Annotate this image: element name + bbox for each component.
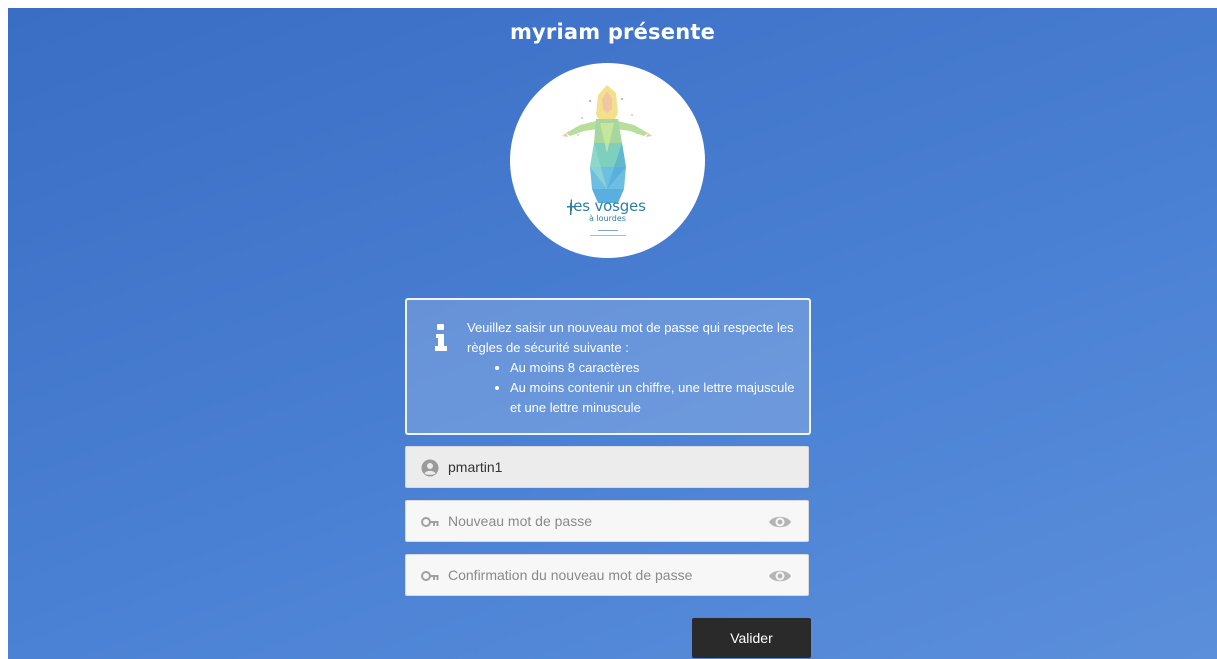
confirm-password-field[interactable]	[405, 554, 809, 596]
confirm-password-input[interactable]	[448, 555, 758, 595]
logo-main-text: les vosges	[569, 197, 646, 215]
rules-list: Au moins 8 caractères Au moins contenir …	[467, 358, 797, 418]
info-icon	[435, 324, 447, 352]
madonna-illustration	[562, 85, 652, 236]
submit-button[interactable]: Valider	[692, 618, 811, 658]
eye-icon[interactable]	[768, 513, 792, 531]
eye-icon[interactable]	[768, 567, 792, 585]
rules-intro: Veuillez saisir un nouveau mot de passe …	[467, 320, 794, 355]
logo: les vosges à lourdes	[510, 63, 705, 258]
username-field[interactable]: pmartin1	[405, 446, 809, 488]
username-value: pmartin1	[448, 459, 503, 475]
login-page: myriam présente les vosges à lourdes Veu…	[8, 8, 1217, 659]
password-rules-box: Veuillez saisir un nouveau mot de passe …	[405, 298, 811, 435]
rule-item: Au moins 8 caractères	[510, 358, 797, 378]
rule-item: Au moins contenir un chiffre, une lettre…	[510, 378, 797, 418]
user-circle-icon	[421, 459, 439, 477]
key-icon	[421, 571, 439, 581]
new-password-field[interactable]	[405, 500, 809, 542]
logo-sub-text: à lourdes	[589, 214, 626, 223]
new-password-input[interactable]	[448, 501, 758, 541]
password-rules-text: Veuillez saisir un nouveau mot de passe …	[467, 318, 797, 418]
key-icon	[421, 517, 439, 527]
page-title: myriam présente	[509, 20, 716, 44]
